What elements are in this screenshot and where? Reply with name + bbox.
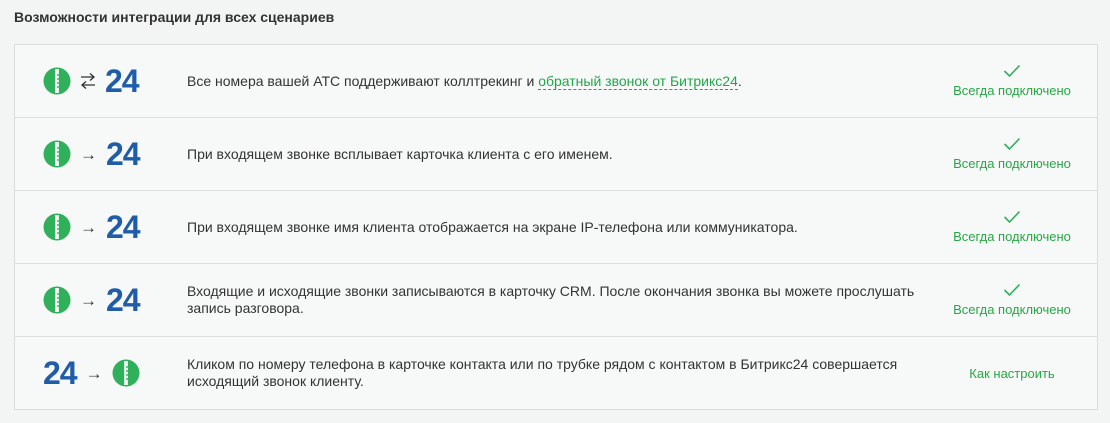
status-cell: Как настроить [937,337,1087,409]
list-item: → 24 При входящем звонке всплывает карто… [15,118,1097,191]
arrow-right-icon: → [85,363,103,383]
pbx-icon [43,67,71,95]
status-label: Всегда подключено [953,83,1071,98]
list-item: → 24 Входящие и исходящие звонки записыв… [15,264,1097,337]
bitrix24-logo: 24 [106,209,141,245]
status-cell: Всегда подключено [937,45,1087,117]
setup-link[interactable]: Как настроить [969,366,1054,381]
status-cell: Всегда подключено [937,191,1087,263]
callback-link[interactable]: обратный звонок от Битрикс24 [538,72,738,90]
check-icon [1003,64,1021,78]
arrow-right-icon: → [80,290,97,310]
status-cell: Всегда подключено [937,264,1087,336]
swap-arrows-icon [81,73,95,89]
integration-list: 24 Все номера вашей АТС поддерживают кол… [14,44,1098,410]
row-description: При входящем звонке имя клиента отобража… [187,218,798,235]
list-item: 24 → Кликом по номеру телефона в карточк… [15,337,1097,409]
status-label: Всегда подключено [953,229,1071,244]
integration-direction: 24 [43,45,163,117]
bitrix24-logo: 24 [105,63,140,99]
status-cell: Всегда подключено [937,118,1087,190]
row-text-end: . [737,72,742,89]
pbx-icon [43,286,71,314]
list-item: → 24 При входящем звонке имя клиента ото… [15,191,1097,264]
integration-direction: 24 → [43,337,163,409]
check-icon [1003,137,1021,151]
integration-direction: → 24 [43,118,163,190]
row-description: Входящие и исходящие звонки записываются… [187,283,915,316]
row-description: При входящем звонке всплывает карточка к… [187,145,613,162]
bitrix24-logo: 24 [106,136,141,172]
bitrix24-logo: 24 [106,282,141,318]
integration-direction: → 24 [43,264,163,336]
row-description: Все номера вашей АТС поддерживают коллтр… [187,45,927,117]
integration-page: Возможности интеграции для всех сценарие… [0,0,1110,423]
pbx-icon [112,359,140,387]
status-label: Всегда подключено [953,156,1071,171]
row-text: Все номера вашей АТС поддерживают коллтр… [187,72,539,89]
bitrix24-logo: 24 [43,355,78,391]
status-label: Всегда подключено [953,302,1071,317]
check-icon [1003,210,1021,224]
pbx-icon [43,213,71,241]
list-item: 24 Все номера вашей АТС поддерживают кол… [15,45,1097,118]
arrow-right-icon: → [80,217,97,237]
integration-direction: → 24 [43,191,163,263]
arrow-right-icon: → [80,144,97,164]
section-title: Возможности интеграции для всех сценарие… [14,9,335,25]
row-description: Кликом по номеру телефона в карточке кон… [187,356,898,389]
check-icon [1003,283,1021,297]
pbx-icon [43,140,71,168]
